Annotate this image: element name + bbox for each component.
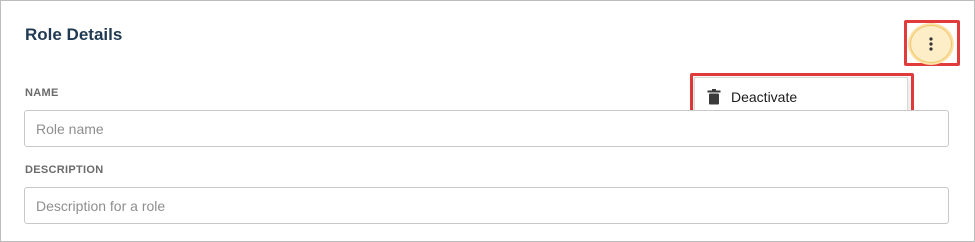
more-actions-button[interactable] <box>910 25 952 63</box>
vertical-ellipsis-icon <box>929 37 933 51</box>
role-details-panel: Role Details Deactivate NAME DESCRIPTION <box>0 0 975 242</box>
panel-title: Role Details <box>25 25 123 44</box>
trash-icon <box>707 89 721 105</box>
description-field-label: DESCRIPTION <box>25 164 104 176</box>
menu-item-label: Deactivate <box>731 89 798 105</box>
role-name-input[interactable] <box>24 110 949 147</box>
role-description-input[interactable] <box>24 187 949 224</box>
name-field-label: NAME <box>25 87 59 99</box>
